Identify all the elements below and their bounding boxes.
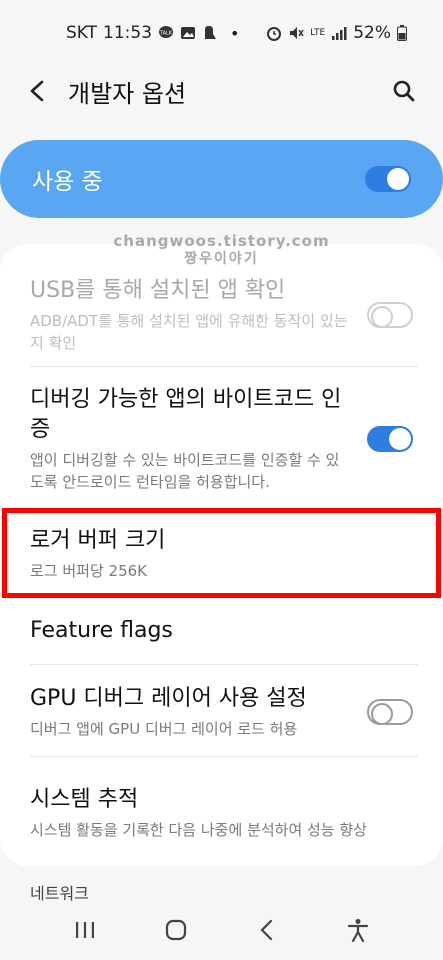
gpu-debug-layers-toggle[interactable]	[367, 699, 413, 725]
accessibility-icon[interactable]	[338, 910, 378, 950]
search-icon[interactable]	[389, 76, 419, 106]
setting-verify-bytecode[interactable]: 디버깅 가능한 앱의 바이트코드 인증 앱이 디버깅할 수 있는 바이트코드를 …	[0, 380, 443, 498]
notification-icon	[202, 25, 218, 41]
setting-gpu-debug-layers[interactable]: GPU 디버그 레이어 사용 설정 디버그 앱에 GPU 디버그 레이어 로드 …	[0, 678, 443, 746]
master-switch-label: 사용 중	[32, 169, 103, 195]
nav-back-icon[interactable]	[247, 910, 287, 950]
status-bar-right: LTE 52%	[266, 23, 413, 43]
setting-subtitle: 시스템 활동을 기록한 다음 나중에 분석하여 성능 향상	[30, 821, 367, 839]
recents-icon[interactable]	[65, 910, 105, 950]
carrier-label: SKT	[66, 23, 98, 43]
setting-verify-usb-apps[interactable]: USB를 통해 설치된 앱 확인 ADB/ADT를 통해 설치된 앱에 유해한 …	[0, 270, 443, 360]
setting-feature-flags[interactable]: Feature flags	[0, 606, 443, 656]
setting-title: 로거 버퍼 크기	[30, 528, 166, 553]
watermark-title: 짱우이야기	[184, 251, 259, 267]
signal-icon	[331, 25, 347, 41]
divider	[30, 756, 418, 757]
toggle-container	[365, 426, 413, 452]
master-toggle[interactable]	[365, 166, 411, 192]
toggle-container	[365, 699, 413, 725]
setting-title: USB를 통해 설치된 앱 확인	[30, 278, 286, 303]
more-notifications-dot: •	[230, 23, 240, 43]
master-switch-bar[interactable]: 사용 중	[0, 140, 443, 218]
setting-subtitle: 앱이 디버깅할 수 있는 바이트코드를 인증할 수 있도록 안드로이드 런타임을…	[30, 451, 340, 491]
setting-subtitle: 로그 버퍼당 256K	[30, 562, 148, 580]
status-bar-left: SKT 11:53 TALK •	[66, 23, 239, 43]
page-title: 개발자 옵션	[68, 79, 187, 108]
setting-text: 로거 버퍼 크기 로그 버퍼당 256K	[30, 526, 413, 582]
battery-percent: 52%	[353, 23, 391, 43]
setting-text: Feature flags	[30, 616, 413, 646]
verify-bytecode-toggle[interactable]	[367, 426, 413, 452]
toggle-container	[365, 302, 413, 328]
home-icon[interactable]	[156, 910, 196, 950]
setting-subtitle: ADB/ADT를 통해 설치된 앱에 유해한 동작이 있는지 확인	[30, 312, 348, 352]
divider	[30, 664, 418, 665]
back-arrow-icon[interactable]	[24, 77, 52, 105]
svg-text:TALK: TALK	[159, 31, 173, 37]
mute-icon	[288, 25, 304, 41]
setting-subtitle: 디버그 앱에 GPU 디버그 레이어 로드 허용	[30, 720, 298, 738]
setting-text: 디버깅 가능한 앱의 바이트코드 인증 앱이 디버깅할 수 있는 바이트코드를 …	[30, 385, 351, 493]
setting-logger-buffer-size[interactable]: 로거 버퍼 크기 로그 버퍼당 256K	[0, 516, 443, 592]
setting-title: 디버깅 가능한 앱의 바이트코드 인증	[30, 387, 342, 442]
battery-icon	[397, 25, 413, 41]
gallery-icon	[180, 25, 196, 41]
setting-title: GPU 디버그 레이어 사용 설정	[30, 686, 307, 711]
setting-title: 시스템 추적	[30, 787, 139, 812]
setting-title: Feature flags	[30, 618, 173, 643]
verify-usb-apps-toggle[interactable]	[367, 302, 413, 328]
app-header: 개발자 옵션	[0, 60, 443, 122]
status-bar: SKT 11:53 TALK • LTE 52%	[0, 0, 443, 66]
setting-text: USB를 통해 설치된 앱 확인 ADB/ADT를 통해 설치된 앱에 유해한 …	[30, 276, 351, 354]
setting-system-tracing[interactable]: 시스템 추적 시스템 활동을 기록한 다음 나중에 분석하여 성능 향상	[0, 770, 443, 856]
alarm-icon	[266, 25, 282, 41]
time-label: 11:53	[103, 23, 153, 43]
navigation-bar	[0, 900, 443, 960]
network-type-label: LTE	[310, 27, 326, 38]
divider	[30, 366, 418, 367]
talk-icon: TALK	[158, 25, 174, 41]
setting-text: GPU 디버그 레이어 사용 설정 디버그 앱에 GPU 디버그 레이어 로드 …	[30, 684, 351, 740]
setting-text: 시스템 추적 시스템 활동을 기록한 다음 나중에 분석하여 성능 향상	[30, 785, 413, 841]
